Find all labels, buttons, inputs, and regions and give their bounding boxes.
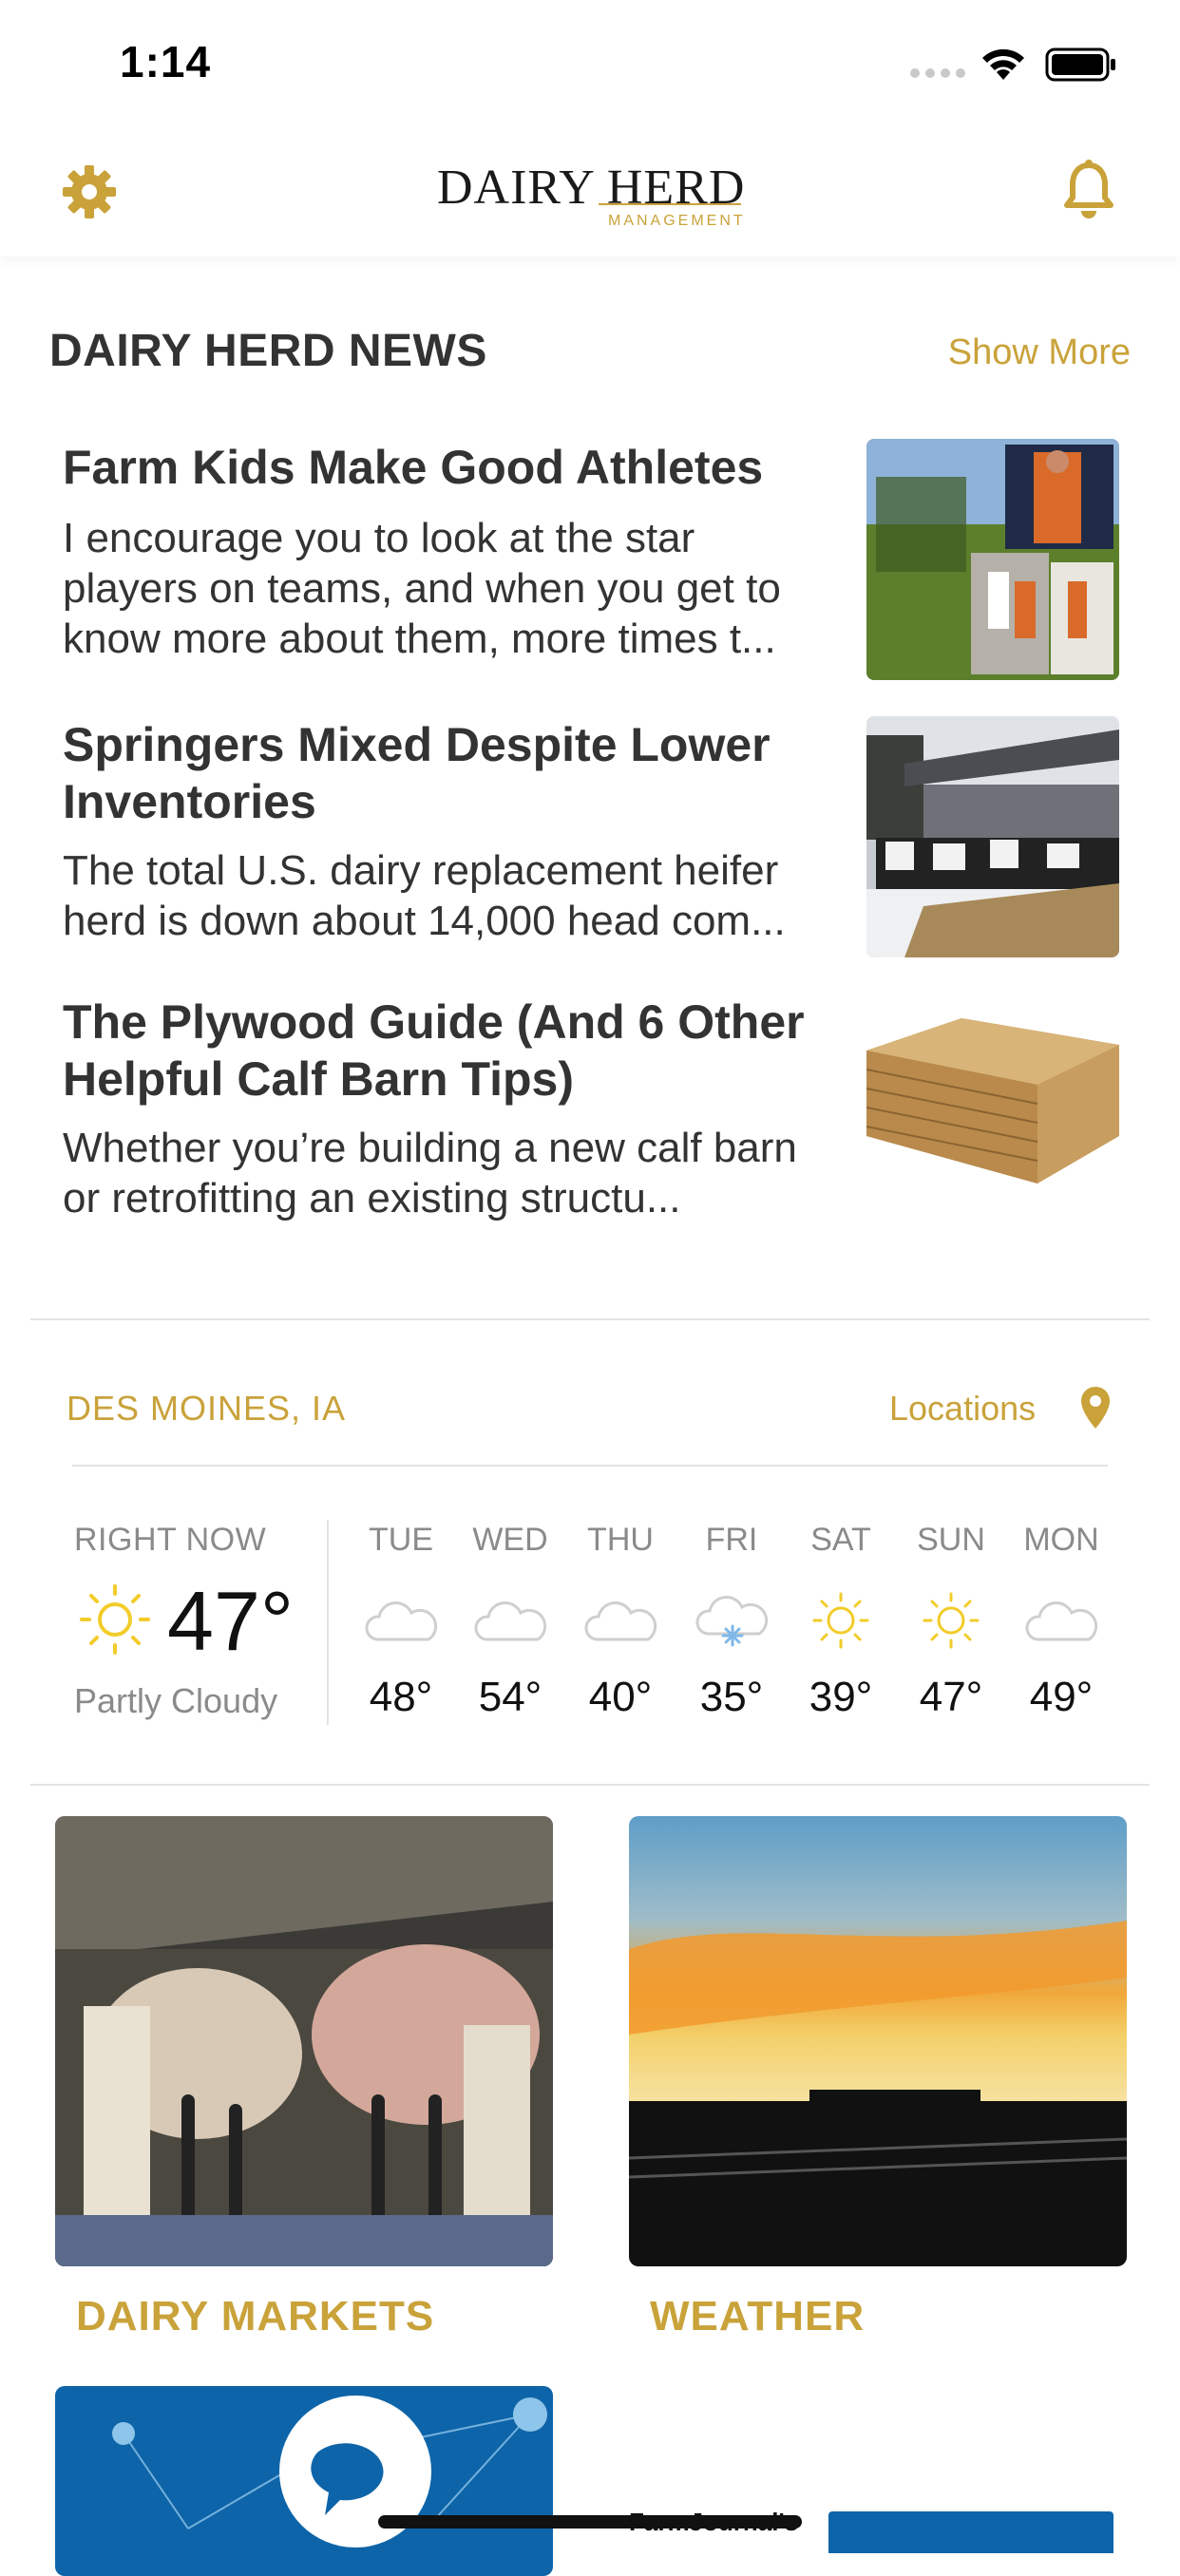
section-divider	[30, 1318, 1150, 1320]
cloud-icon	[365, 1601, 438, 1641]
forecast-day-label: THU	[587, 1522, 654, 1558]
locations-button[interactable]: Locations	[889, 1389, 1036, 1429]
forecast-temp: 48°	[369, 1674, 433, 1720]
forum-chat-image	[55, 2386, 553, 2576]
sun-icon	[923, 1592, 980, 1649]
sun-icon	[812, 1592, 869, 1649]
dairy-herd-logo: DAIRY HERD MANAGEMENT	[437, 156, 747, 232]
weather-divider	[72, 1465, 1108, 1467]
location-pin-icon[interactable]	[1079, 1385, 1112, 1430]
cloud-icon	[1025, 1601, 1098, 1641]
home-indicator[interactable]	[378, 2515, 802, 2529]
weather-location-name: DES MOINES, IA	[67, 1389, 347, 1428]
article-thumbnail-athletes	[866, 439, 1119, 680]
dairy-markets-tile[interactable]	[55, 1816, 553, 2266]
forecast-day-label: SUN	[917, 1522, 985, 1558]
forecast-temp: 35°	[699, 1674, 764, 1720]
section-divider	[30, 1784, 1150, 1786]
current-condition: Partly Cloudy	[74, 1681, 278, 1720]
weather-tile-label[interactable]: WEATHER	[650, 2293, 865, 2340]
status-time: 1:14	[120, 37, 212, 86]
article-description: The total U.S. dairy replacement heifer …	[63, 847, 786, 944]
notifications-bell-icon[interactable]	[1062, 160, 1115, 220]
article-thumbnail-heifers	[866, 716, 1119, 957]
cloud-icon	[584, 1601, 657, 1641]
settings-gear-icon[interactable]	[61, 163, 118, 220]
current-temperature: 47°	[167, 1574, 295, 1668]
news-article[interactable]: Springers Mixed Despite Lower Inventorie…	[63, 716, 1119, 961]
article-description: I encourage you to look at the star play…	[63, 515, 781, 662]
news-section-title: DAIRY HERD NEWS	[49, 326, 487, 376]
news-article[interactable]: The Plywood Guide (And 6 Other Helpful C…	[63, 994, 1119, 1239]
weather-sunset-image	[629, 1816, 1127, 2266]
weather-tile[interactable]	[629, 1816, 1127, 2266]
snow-cloud-icon	[695, 1596, 769, 1647]
app-header: DAIRY HERD MANAGEMENT	[0, 133, 1180, 256]
battery-icon	[1045, 47, 1115, 82]
cellular-signal-icon	[910, 68, 965, 82]
dairy-markets-label[interactable]: DAIRY MARKETS	[76, 2293, 434, 2340]
dairy-markets-image	[55, 1816, 553, 2266]
article-thumbnail-plywood	[866, 994, 1119, 1235]
forum-tile[interactable]	[55, 2386, 553, 2576]
forecast-temp: 39°	[809, 1674, 873, 1720]
show-more-link[interactable]: Show More	[948, 332, 1131, 373]
logo-rule	[599, 203, 741, 205]
forecast-day-label: MON	[1023, 1522, 1099, 1558]
forecast-day-label: WED	[472, 1522, 548, 1558]
sun-icon	[80, 1584, 150, 1655]
forecast-temp: 47°	[919, 1674, 983, 1720]
article-title: Springers Mixed Despite Lower Inventorie…	[63, 718, 771, 828]
forecast-temp: 40°	[588, 1674, 653, 1720]
forecast-day-label: TUE	[369, 1522, 433, 1558]
news-article[interactable]: Farm Kids Make Good Athletes I encourage…	[63, 439, 1119, 684]
milk-graphic	[828, 2511, 1113, 2553]
wifi-icon	[982, 48, 1024, 80]
logo-subtitle: MANAGEMENT	[608, 213, 746, 229]
right-now-label: RIGHT NOW	[74, 1522, 267, 1558]
forecast-temp: 49°	[1029, 1674, 1094, 1720]
forecast-temp: 54°	[478, 1674, 542, 1720]
forecast-day-label: SAT	[810, 1522, 871, 1558]
article-title: The Plywood Guide (And 6 Other Helpful C…	[63, 995, 805, 1106]
logo-wordmark: DAIRY HERD	[437, 161, 746, 215]
article-title: Farm Kids Make Good Athletes	[63, 441, 764, 494]
status-bar: 1:14	[0, 0, 1180, 133]
article-description: Whether you’re building a new calf barn …	[63, 1125, 797, 1222]
cloud-icon	[474, 1601, 547, 1641]
forecast-day-label: FRI	[705, 1522, 758, 1558]
weather-vertical-divider	[327, 1520, 329, 1725]
